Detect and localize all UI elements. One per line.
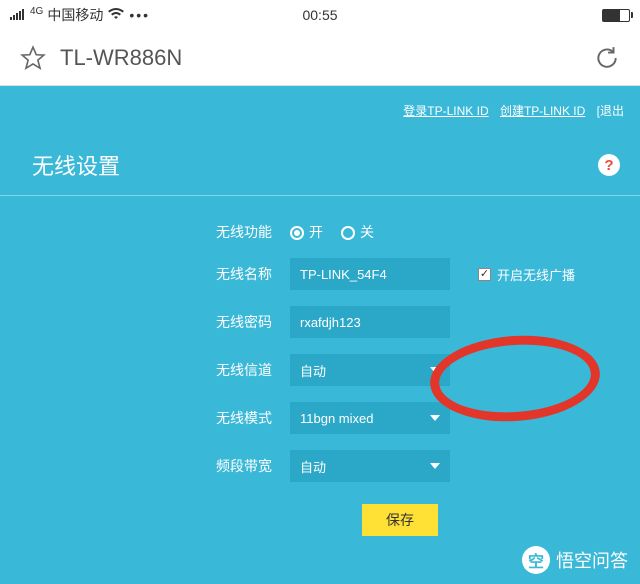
label-wireless-enable: 无线功能 — [0, 222, 290, 242]
broadcast-checkbox-wrap[interactable]: ✓ 开启无线广播 — [478, 265, 575, 284]
row-password: 无线密码 — [0, 298, 640, 346]
row-channel: 无线信道 自动 — [0, 346, 640, 394]
login-link[interactable]: 登录TP-LINK ID — [403, 104, 488, 118]
password-input[interactable] — [290, 306, 450, 338]
channel-select[interactable]: 自动 — [290, 354, 450, 386]
status-time: 00:55 — [302, 7, 337, 23]
chevron-down-icon — [430, 367, 440, 373]
save-button[interactable]: 保存 — [362, 504, 438, 536]
chevron-down-icon — [430, 463, 440, 469]
radio-group-wireless: 开 关 — [290, 222, 374, 242]
carrier-name: 中国移动 — [47, 5, 103, 25]
logout-link[interactable]: [退出 — [597, 104, 624, 118]
status-left: 4G 中国移动 ••• — [10, 5, 150, 25]
create-id-link[interactable]: 创建TP-LINK ID — [500, 104, 585, 118]
page-title[interactable]: TL-WR886N — [60, 45, 580, 71]
row-save: 保存 — [0, 490, 640, 536]
broadcast-label: 开启无线广播 — [497, 265, 575, 284]
label-password: 无线密码 — [0, 312, 290, 332]
watermark: 空 悟空问答 — [522, 546, 628, 574]
row-mode: 无线模式 11bgn mixed — [0, 394, 640, 442]
label-bandwidth: 频段带宽 — [0, 456, 290, 476]
watermark-text: 悟空问答 — [556, 547, 628, 573]
reload-icon[interactable] — [594, 45, 620, 71]
battery-icon — [602, 9, 630, 22]
mobile-status-bar: 4G 中国移动 ••• 00:55 — [0, 0, 640, 30]
section-header: 无线设置 ? — [0, 119, 640, 196]
checkbox-icon: ✓ — [478, 268, 491, 281]
section-title: 无线设置 — [32, 149, 120, 181]
label-channel: 无线信道 — [0, 360, 290, 380]
watermark-icon: 空 — [522, 546, 550, 574]
bandwidth-select[interactable]: 自动 — [290, 450, 450, 482]
label-ssid: 无线名称 — [0, 264, 290, 284]
ssid-input[interactable] — [290, 258, 450, 290]
browser-url-bar: TL-WR886N — [0, 30, 640, 86]
favorite-star-icon[interactable] — [20, 45, 46, 71]
wireless-settings-form: 无线功能 开 关 无线名称 ✓ 开启无线广播 无线密码 无线信道 自动 — [0, 196, 640, 536]
wifi-icon — [107, 7, 125, 23]
chevron-down-icon — [430, 415, 440, 421]
signal-bars-icon — [10, 7, 26, 23]
help-icon[interactable]: ? — [598, 154, 620, 176]
radio-off[interactable]: 关 — [341, 222, 374, 242]
more-icon: ••• — [129, 7, 150, 23]
label-mode: 无线模式 — [0, 408, 290, 428]
row-wireless-enable: 无线功能 开 关 — [0, 214, 640, 250]
top-links: 登录TP-LINK ID 创建TP-LINK ID [退出 — [0, 86, 640, 119]
radio-on[interactable]: 开 — [290, 222, 323, 242]
row-bandwidth: 频段带宽 自动 — [0, 442, 640, 490]
mode-select[interactable]: 11bgn mixed — [290, 402, 450, 434]
router-admin-content: 登录TP-LINK ID 创建TP-LINK ID [退出 无线设置 ? 无线功… — [0, 86, 640, 536]
row-ssid: 无线名称 ✓ 开启无线广播 — [0, 250, 640, 298]
network-type: 4G — [30, 6, 43, 17]
